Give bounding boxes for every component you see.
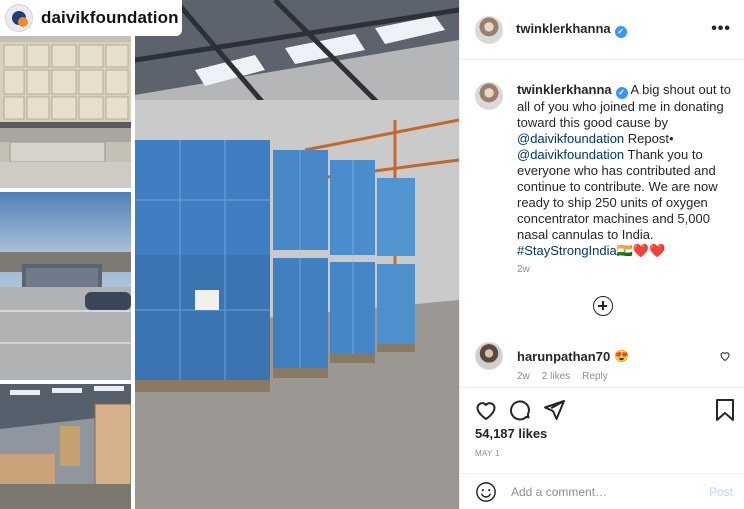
- comment-likes[interactable]: 2 likes: [542, 371, 570, 382]
- comment-text: 😍: [614, 349, 630, 363]
- comment-bubble-icon[interactable]: [508, 398, 532, 422]
- comment-item: harunpathan70 😍 2w 2 likes Reply: [475, 342, 737, 382]
- parking-lot-truck-photo: [0, 192, 131, 380]
- foundation-logo: [5, 4, 33, 32]
- post-media[interactable]: daivikfoundation: [0, 0, 459, 509]
- brand-chip: daivikfoundation: [0, 0, 182, 36]
- verified-badge-icon: ✓: [615, 87, 628, 99]
- instagram-post-view: daivikfoundation twinklerkhanna ✓ ••• twi…: [0, 0, 744, 509]
- hashtag-link[interactable]: #StayStrongIndia: [517, 243, 617, 258]
- like-count[interactable]: 54,187 likes: [475, 426, 547, 441]
- warehouse-interior-photo: [0, 384, 131, 509]
- post-date: MAY 1: [475, 449, 500, 458]
- comment-like-heart-icon[interactable]: [719, 350, 731, 362]
- post-header: twinklerkhanna ✓ •••: [460, 0, 744, 60]
- post-sidebar: twinklerkhanna ✓ ••• twinklerkhanna ✓ A bi…: [459, 0, 744, 509]
- post-comment-button[interactable]: Post: [709, 485, 733, 499]
- mention-link[interactable]: @daivikfoundation: [517, 147, 624, 162]
- caption-timestamp: 2w: [517, 264, 530, 275]
- plus-circle-icon[interactable]: [593, 296, 613, 316]
- caption-username[interactable]: twinklerkhanna: [517, 82, 612, 97]
- caption-emojis: 🇮🇳❤️❤️: [616, 243, 666, 258]
- share-paper-plane-icon[interactable]: [542, 398, 566, 422]
- comment-timestamp: 2w: [517, 371, 530, 382]
- wrapped-pallets-photo: [135, 0, 459, 509]
- emoji-smiley-icon[interactable]: [475, 481, 497, 503]
- caption-text-2: Repost•: [624, 131, 674, 146]
- commenter-avatar[interactable]: [475, 342, 503, 370]
- brand-name: daivikfoundation: [41, 8, 179, 27]
- commenter-username[interactable]: harunpathan70: [517, 349, 610, 364]
- verified-badge-icon: ✓: [614, 26, 627, 38]
- like-heart-icon[interactable]: [474, 398, 498, 422]
- author-avatar[interactable]: [475, 15, 503, 44]
- author-username[interactable]: twinklerkhanna ✓: [516, 21, 627, 38]
- post-caption: twinklerkhanna ✓ A big shout out to all o…: [475, 82, 735, 259]
- more-options-icon[interactable]: •••: [711, 20, 731, 38]
- reply-button[interactable]: Reply: [582, 371, 608, 382]
- add-comment-input[interactable]: [511, 484, 701, 499]
- mention-link[interactable]: @daivikfoundation: [517, 131, 624, 146]
- caption-avatar[interactable]: [475, 82, 503, 110]
- add-comment-bar: Post: [460, 473, 744, 509]
- bookmark-save-icon[interactable]: [714, 398, 736, 422]
